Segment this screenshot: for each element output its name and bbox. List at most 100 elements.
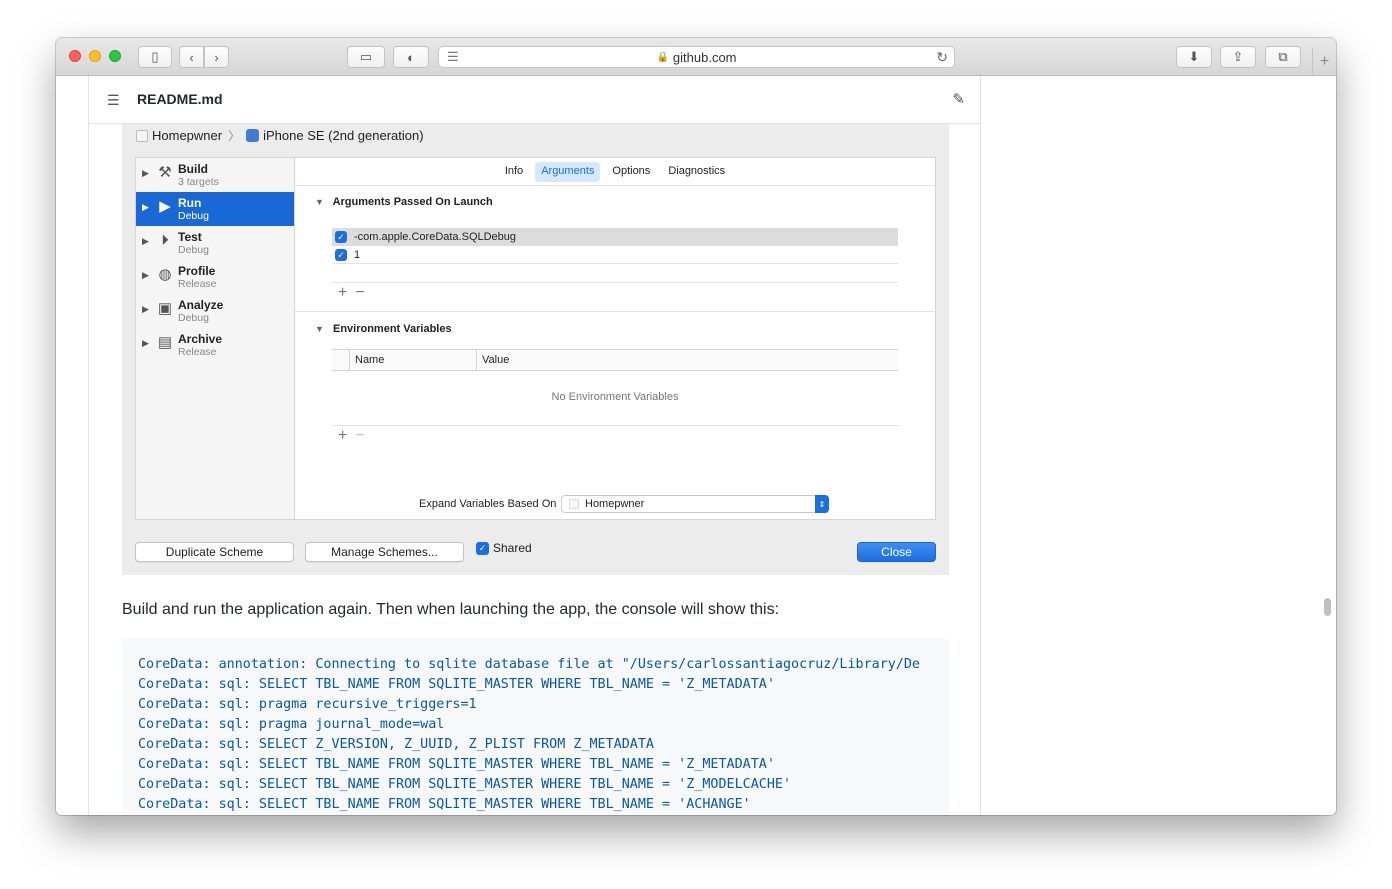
sidebar-item-subtitle: Release bbox=[178, 278, 217, 290]
disclosure-triangle-down-icon[interactable]: ▼ bbox=[315, 324, 324, 334]
tab-overview-button[interactable]: ⧉ bbox=[1265, 46, 1301, 68]
app-icon bbox=[569, 499, 579, 509]
downloads-button[interactable]: ⬇ bbox=[1176, 46, 1212, 68]
plus-icon: + bbox=[1319, 53, 1330, 70]
sidebar-item-title: Analyze bbox=[178, 298, 224, 312]
argument-checkbox[interactable]: ✓ bbox=[335, 231, 347, 243]
forward-icon: › bbox=[214, 49, 219, 65]
address-bar[interactable]: ☰ 🔒 github.com ↻ bbox=[438, 46, 955, 68]
disclosure-triangle-icon[interactable]: ▶ bbox=[142, 168, 149, 179]
env-column-value[interactable]: Value bbox=[476, 350, 509, 370]
code-line: CoreData: sql: pragma journal_mode=wal bbox=[138, 717, 445, 732]
readme-filename: README.md bbox=[137, 91, 223, 107]
sidebar-item-run[interactable]: ▶ ▶ Run Debug bbox=[136, 192, 294, 226]
shared-checkbox-group[interactable]: ✓ Shared bbox=[476, 541, 532, 555]
reload-icon[interactable]: ↻ bbox=[936, 49, 948, 66]
readme-container: ☰ README.md ✎ Homepwner 〉 iPhone SE (2nd… bbox=[88, 76, 981, 815]
download-icon: ⬇ bbox=[1188, 49, 1200, 64]
analyze-icon: ▣ bbox=[157, 300, 173, 317]
env-column-name[interactable]: Name bbox=[349, 350, 384, 370]
code-line: CoreData: sql: SELECT TBL_NAME FROM SQLI… bbox=[138, 677, 775, 692]
sidebar-item-build[interactable]: ▶ ⚒ Build 3 targets bbox=[136, 158, 294, 192]
arguments-list: ✓ -com.apple.CoreData.SQLDebug ✓ 1 bbox=[332, 228, 898, 264]
expand-variables-select[interactable]: Homepwner ⇕ bbox=[561, 495, 829, 513]
sidebar-item-subtitle: Debug bbox=[178, 210, 209, 222]
new-tab-button[interactable]: + bbox=[1312, 48, 1336, 76]
argument-text[interactable]: -com.apple.CoreData.SQLDebug bbox=[354, 231, 516, 243]
chevron-updown-icon: ⇕ bbox=[815, 495, 829, 513]
shield-icon: ◐ bbox=[407, 49, 415, 65]
title-bar: ▯ ‹ › ▭ ◐ ☰ 🔒 github.com ↻ ⬇ ⇪ ⧉ + bbox=[56, 38, 1336, 76]
sidebar-toggle-button[interactable]: ▯ bbox=[138, 46, 172, 68]
remove-env-button: − bbox=[355, 427, 373, 444]
close-window-button[interactable] bbox=[69, 50, 81, 62]
share-button[interactable]: ⇪ bbox=[1220, 46, 1256, 68]
code-line: CoreData: annotation: Connecting to sqli… bbox=[138, 657, 920, 672]
disclosure-triangle-icon[interactable]: ▶ bbox=[142, 304, 149, 315]
add-env-button[interactable]: + bbox=[338, 427, 355, 444]
arguments-section-title: Arguments Passed On Launch bbox=[332, 196, 493, 208]
disclosure-triangle-icon[interactable]: ▶ bbox=[142, 338, 149, 349]
sidebar-item-subtitle: Release bbox=[178, 346, 217, 358]
duplicate-scheme-button[interactable]: Duplicate Scheme bbox=[135, 542, 294, 562]
shared-checkbox[interactable]: ✓ bbox=[476, 541, 489, 555]
sidebar-item-title: Test bbox=[178, 230, 202, 244]
profile-icon: ◍ bbox=[158, 266, 172, 283]
body-paragraph: Build and run the application again. The… bbox=[122, 601, 780, 618]
page-scrollbar[interactable] bbox=[1324, 598, 1331, 616]
tab-diagnostics[interactable]: Diagnostics bbox=[662, 162, 731, 182]
disclosure-triangle-icon[interactable]: ▶ bbox=[142, 236, 149, 247]
argument-row[interactable]: ✓ 1 bbox=[332, 246, 898, 264]
manage-schemes-button[interactable]: Manage Schemes... bbox=[305, 542, 464, 562]
tab-arguments[interactable]: Arguments bbox=[535, 162, 601, 182]
argument-text[interactable]: 1 bbox=[354, 249, 360, 261]
forward-button[interactable]: › bbox=[204, 46, 229, 68]
code-line: CoreData: sql: pragma recursive_triggers… bbox=[138, 697, 477, 712]
privacy-report-button[interactable]: ◐ bbox=[393, 46, 429, 68]
back-icon: ‹ bbox=[189, 49, 194, 65]
disclosure-triangle-icon[interactable]: ▶ bbox=[142, 270, 149, 281]
remove-argument-button[interactable]: − bbox=[355, 284, 372, 301]
arguments-section-header[interactable]: ▼ Arguments Passed On Launch bbox=[315, 196, 493, 208]
scheme-breadcrumb: Homepwner 〉 iPhone SE (2nd generation) bbox=[136, 127, 424, 144]
back-button[interactable]: ‹ bbox=[179, 46, 204, 68]
expand-variables-value: Homepwner bbox=[585, 498, 645, 510]
tab-options[interactable]: Options bbox=[606, 162, 656, 182]
code-block: CoreData: annotation: Connecting to sqli… bbox=[122, 638, 949, 815]
tab-info[interactable]: Info bbox=[499, 162, 529, 182]
add-argument-button[interactable]: + bbox=[338, 284, 355, 301]
close-button[interactable]: Close bbox=[857, 542, 936, 562]
argument-row[interactable]: ✓ -com.apple.CoreData.SQLDebug bbox=[332, 228, 898, 246]
sidebar-item-test[interactable]: ▶ ⏵ Test Debug bbox=[136, 226, 294, 260]
lock-icon: 🔒 bbox=[656, 51, 669, 63]
archive-icon: ▤ bbox=[157, 334, 173, 351]
sidebar-item-title: Build bbox=[178, 162, 208, 176]
screen-button[interactable]: ▭ bbox=[347, 46, 385, 68]
env-add-remove: +− bbox=[338, 427, 373, 445]
zoom-window-button[interactable] bbox=[109, 50, 121, 62]
outline-list-icon[interactable]: ☰ bbox=[107, 92, 120, 109]
sidebar-item-profile[interactable]: ▶ ◍ Profile Release bbox=[136, 260, 294, 294]
code-line: CoreData: sql: SELECT TBL_NAME FROM SQLI… bbox=[138, 797, 751, 812]
sidebar-item-archive[interactable]: ▶ ▤ Archive Release bbox=[136, 328, 294, 362]
divider bbox=[332, 263, 898, 264]
edit-pencil-icon[interactable]: ✎ bbox=[952, 90, 965, 108]
disclosure-triangle-icon[interactable]: ▶ bbox=[142, 202, 149, 213]
xcode-scheme-screenshot: Homepwner 〉 iPhone SE (2nd generation) ▶… bbox=[122, 124, 949, 575]
readme-header: ☰ README.md ✎ bbox=[89, 76, 981, 124]
env-section-title: Environment Variables bbox=[332, 323, 452, 335]
divider bbox=[295, 185, 935, 186]
scheme-detail-pane: Info Arguments Options Diagnostics ▼ Arg… bbox=[295, 158, 935, 519]
test-icon: ⏵ bbox=[161, 232, 169, 249]
divider bbox=[332, 282, 898, 283]
divider bbox=[295, 311, 935, 312]
disclosure-triangle-down-icon[interactable]: ▼ bbox=[315, 197, 324, 207]
reader-icon[interactable]: ☰ bbox=[447, 49, 459, 65]
scheme-tabs: Info Arguments Options Diagnostics bbox=[295, 162, 935, 182]
browser-window: ▯ ‹ › ▭ ◐ ☰ 🔒 github.com ↻ ⬇ ⇪ ⧉ + ☰ REA… bbox=[56, 38, 1336, 815]
argument-checkbox[interactable]: ✓ bbox=[335, 249, 347, 261]
sidebar-item-subtitle: Debug bbox=[178, 244, 209, 256]
minimize-window-button[interactable] bbox=[89, 50, 101, 62]
sidebar-item-analyze[interactable]: ▶ ▣ Analyze Debug bbox=[136, 294, 294, 328]
env-section-header[interactable]: ▼ Environment Variables bbox=[315, 323, 452, 335]
